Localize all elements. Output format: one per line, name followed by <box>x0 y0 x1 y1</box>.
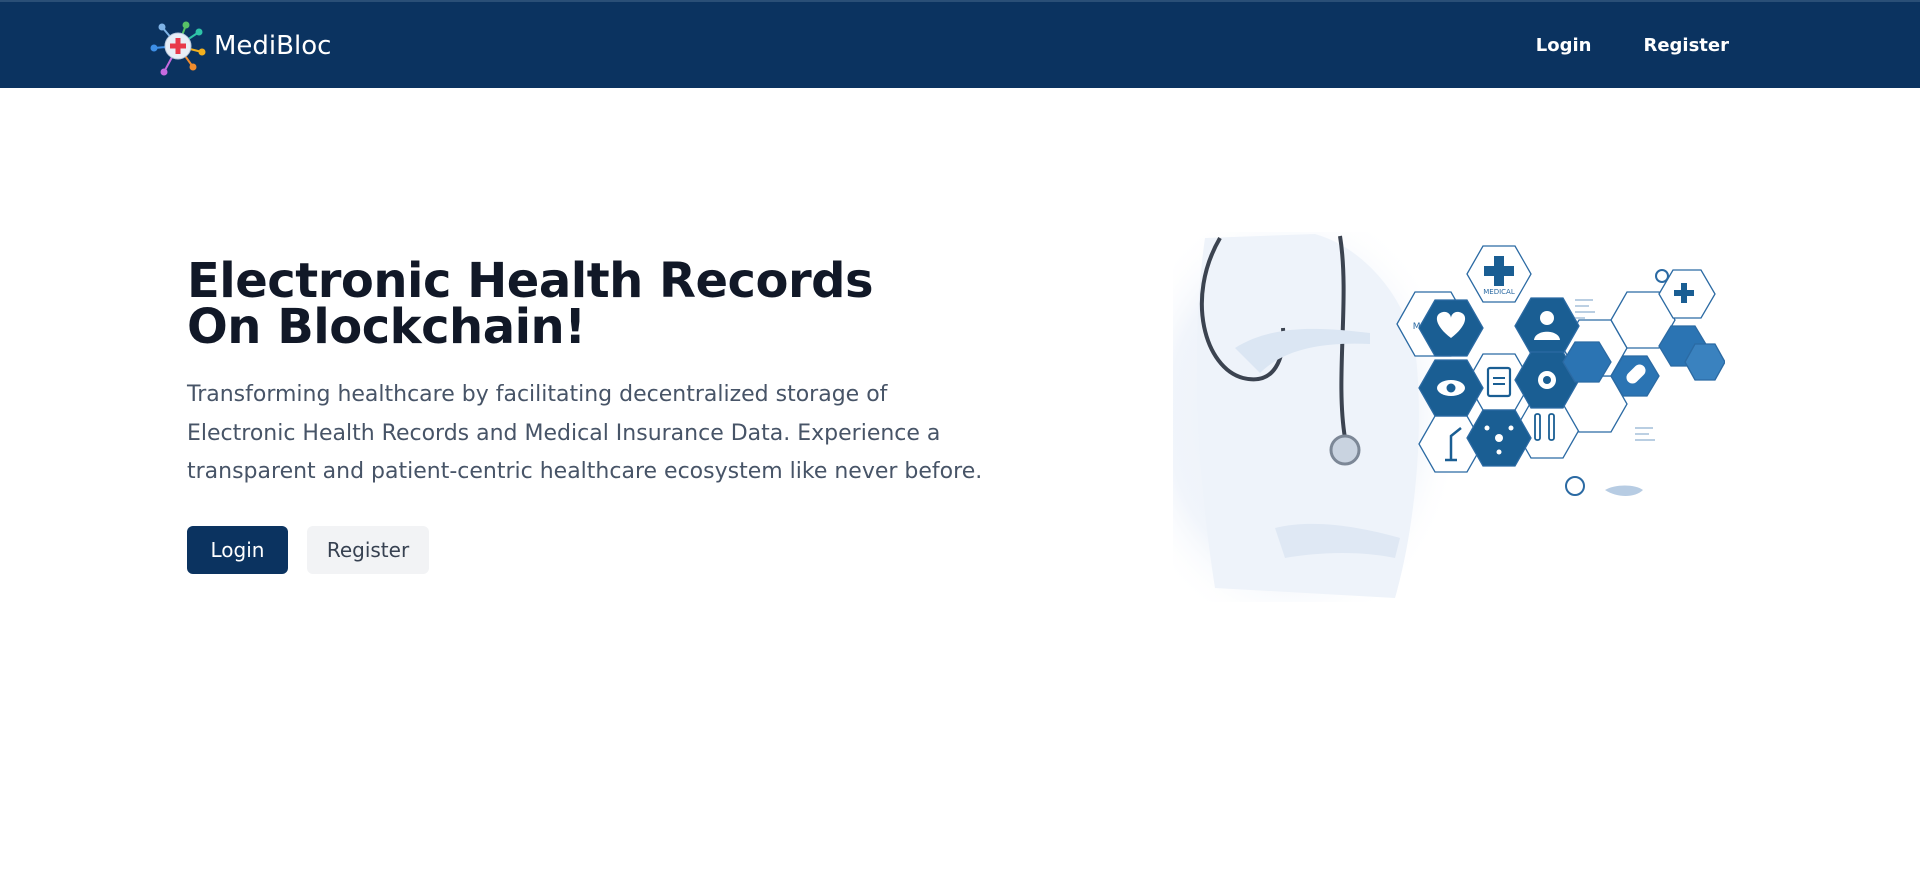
register-button[interactable]: Register <box>307 526 429 574</box>
medical-network-cross-icon <box>150 21 206 76</box>
hero-description: Transforming healthcare by facilitating … <box>187 382 983 484</box>
brand-name: MediBloc <box>214 31 332 61</box>
hero-title: Electronic Health Records On Blockchain! <box>187 257 1007 351</box>
hero-section: Electronic Health Records On Blockchain!… <box>187 257 1007 492</box>
hero-buttons: Login Register <box>187 526 429 574</box>
nav-login-link[interactable]: Login <box>1536 35 1592 56</box>
nav-links: Login Register <box>1536 35 1729 56</box>
login-button[interactable]: Login <box>187 526 288 574</box>
nav-register-link[interactable]: Register <box>1643 35 1729 56</box>
hero-medical-illustration: MEDICAL MEDICAL <box>1173 232 1725 602</box>
brand[interactable]: MediBloc <box>148 16 331 76</box>
hero-title-line2: On Blockchain! <box>187 299 586 355</box>
navbar: MediBloc Login Register <box>0 0 1920 88</box>
hex-label-medical-top: MEDICAL <box>1483 288 1515 296</box>
